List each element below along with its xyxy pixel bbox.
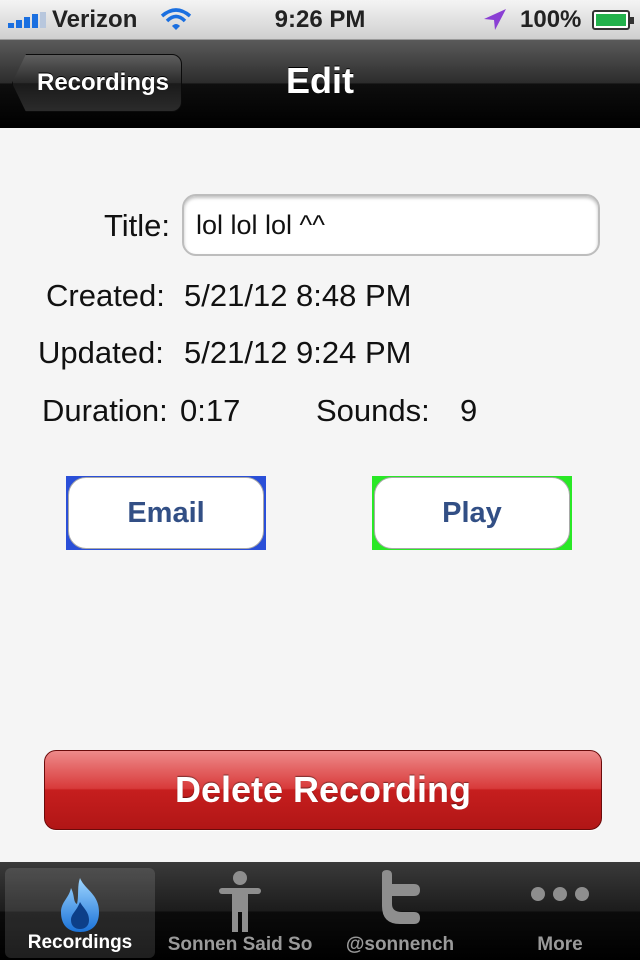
title-input[interactable] — [182, 194, 600, 256]
twitter-icon — [382, 870, 420, 924]
updated-label: Updated: — [38, 335, 164, 370]
flame-icon — [61, 878, 99, 932]
tab-bar: Recordings Sonnen Said So @sonnench More — [0, 862, 640, 960]
tab-sonnen-said-so-label: Sonnen Said So — [167, 934, 313, 955]
updated-value: 5/21/12 9:24 PM — [184, 335, 412, 370]
sounds-label: Sounds: — [316, 393, 430, 428]
title-label: Title: — [104, 208, 171, 243]
tab-sonnench[interactable]: @sonnench — [320, 862, 480, 960]
email-button[interactable]: Email — [66, 476, 266, 550]
play-button-label: Play — [374, 477, 570, 549]
tab-recordings[interactable]: Recordings — [5, 868, 155, 958]
tab-recordings-label: Recordings — [27, 932, 133, 953]
email-button-label: Email — [68, 477, 264, 549]
tab-more[interactable]: More — [480, 862, 640, 960]
sounds-value: 9 — [460, 393, 478, 428]
delete-recording-button[interactable]: Delete Recording — [44, 750, 602, 830]
tab-more-label: More — [537, 934, 583, 955]
person-icon — [219, 871, 261, 932]
duration-value: 0:17 — [180, 393, 241, 428]
page-title: Edit — [286, 60, 354, 101]
battery-icon — [592, 10, 634, 30]
navigation-bar: Recordings Edit — [0, 40, 640, 128]
tab-sonnen-said-so[interactable]: Sonnen Said So — [160, 862, 320, 960]
created-label: Created: — [46, 278, 165, 313]
duration-label: Duration: — [42, 393, 168, 428]
battery-percentage: 100% — [520, 6, 582, 33]
tab-sonnench-label: @sonnench — [345, 934, 455, 955]
status-bar: Verizon 9:26 PM 100% — [0, 0, 640, 40]
more-dots-icon — [531, 887, 589, 901]
created-value: 5/21/12 8:48 PM — [184, 278, 412, 313]
location-arrow-icon — [484, 9, 506, 30]
play-button[interactable]: Play — [372, 476, 572, 550]
